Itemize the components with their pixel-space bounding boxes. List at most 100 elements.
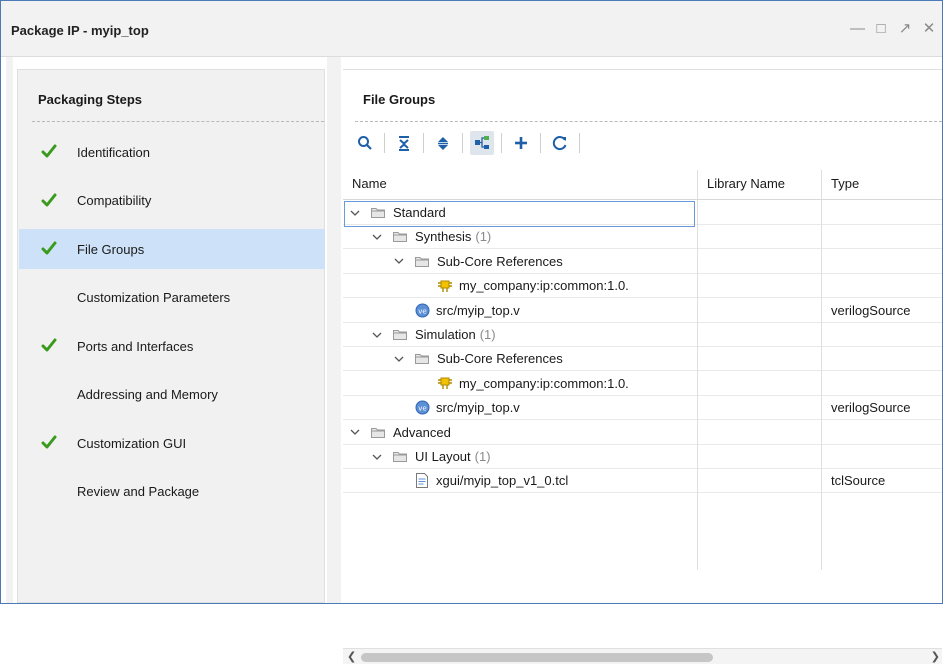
svg-text:ve: ve xyxy=(418,405,426,413)
folder-icon xyxy=(371,427,385,438)
step-label: File Groups xyxy=(77,241,145,257)
column-header-type[interactable]: Type xyxy=(831,176,859,191)
step-item[interactable]: Compatibility xyxy=(19,181,325,221)
verilog-file-icon: ve xyxy=(415,303,430,318)
table-row[interactable]: Advanced xyxy=(343,421,942,445)
column-header-name[interactable]: Name xyxy=(352,176,387,191)
toolbar-separator xyxy=(579,133,580,153)
expand-all-icon[interactable] xyxy=(431,131,455,155)
name-cell: Sub-Core References xyxy=(393,351,563,366)
horizontal-scrollbar[interactable]: ❮ ❯ xyxy=(343,648,942,664)
toolbar-separator xyxy=(540,133,541,153)
search-icon[interactable] xyxy=(353,131,377,155)
left-frame xyxy=(6,57,13,603)
table-row[interactable]: Simulation (1) xyxy=(343,323,942,347)
verilog-file-icon: ve xyxy=(415,400,430,415)
hierarchy-icon[interactable] xyxy=(470,131,494,155)
focus-outline xyxy=(344,201,695,227)
file-groups-title: File Groups xyxy=(363,92,436,107)
type-cell: verilogSource xyxy=(831,400,911,416)
step-item[interactable]: Customization Parameters xyxy=(19,278,325,318)
chevron-down-icon[interactable] xyxy=(371,329,383,341)
table-row[interactable]: xgui/myip_top_v1_0.tcl tclSource xyxy=(343,469,942,494)
svg-text:ve: ve xyxy=(418,307,426,315)
name-cell: ve src/myip_top.v xyxy=(415,400,520,415)
maximize-icon[interactable]: □ xyxy=(874,21,888,37)
table-row[interactable]: Sub-Core References xyxy=(343,347,942,372)
scroll-right-icon[interactable]: ❯ xyxy=(931,649,940,665)
table-row[interactable]: my_company:ip:common:1.0. xyxy=(343,372,942,396)
row-name: src/myip_top.v xyxy=(436,400,520,416)
refresh-icon[interactable] xyxy=(548,131,572,155)
step-item[interactable]: Customization GUI xyxy=(19,423,325,463)
step-item[interactable]: File Groups xyxy=(19,229,325,269)
add-icon[interactable] xyxy=(509,131,533,155)
step-item[interactable]: Addressing and Memory xyxy=(19,375,325,415)
name-cell: my_company:ip:common:1.0. xyxy=(437,376,629,391)
ip-core-icon xyxy=(438,377,452,390)
file-groups-toolbar xyxy=(353,128,587,158)
chevron-down-icon[interactable] xyxy=(349,426,361,438)
row-name: Sub-Core References xyxy=(437,253,563,269)
file-count: (1) xyxy=(479,327,496,342)
chevron-down-icon[interactable] xyxy=(393,255,405,267)
table-row[interactable]: ve src/myip_top.v verilogSource xyxy=(343,299,942,323)
type-cell: verilogSource xyxy=(831,302,911,318)
splitter[interactable] xyxy=(327,57,341,603)
window-controls: — □ ↗ ✕ xyxy=(850,21,936,37)
title-bar[interactable]: Package IP - myip_top — □ ↗ ✕ xyxy=(1,1,942,57)
window-title: Package IP - myip_top xyxy=(11,23,149,38)
folder-icon xyxy=(393,452,407,462)
close-icon[interactable]: ✕ xyxy=(922,21,936,37)
checkmark-icon xyxy=(41,338,57,352)
name-cell: Synthesis (1) xyxy=(371,229,491,244)
tcl-file-icon xyxy=(416,473,428,489)
step-label: Customization Parameters xyxy=(77,290,231,305)
chevron-down-icon[interactable] xyxy=(371,451,383,463)
scrollbar-thumb[interactable] xyxy=(361,653,713,662)
name-cell: ve src/myip_top.v xyxy=(415,303,520,318)
step-label: Ports and Interfaces xyxy=(77,338,194,354)
row-name: Simulation xyxy=(415,327,476,342)
column-header-library-name[interactable]: Library Name xyxy=(707,176,785,191)
toolbar-separator xyxy=(501,133,502,153)
toolbar-separator xyxy=(384,133,385,153)
restore-icon[interactable]: ↗ xyxy=(898,21,912,37)
chevron-down-icon[interactable] xyxy=(371,231,383,243)
folder-icon xyxy=(415,256,429,267)
packaging-steps-panel: Packaging Steps Identification Compatibil… xyxy=(17,69,325,603)
package-ip-window: Package IP - myip_top — □ ↗ ✕ Packaging … xyxy=(0,0,943,664)
checkmark-icon xyxy=(41,435,57,449)
ip-core-icon xyxy=(438,280,452,292)
minimize-icon[interactable]: — xyxy=(850,21,865,37)
table-row[interactable]: Synthesis (1) xyxy=(343,225,942,250)
collapse-all-icon[interactable] xyxy=(392,131,416,155)
step-item[interactable]: Review and Package xyxy=(19,472,325,512)
folder-icon xyxy=(393,232,407,243)
table-row[interactable]: ve src/myip_top.v verilogSource xyxy=(343,396,942,421)
toolbar-separator xyxy=(423,133,424,153)
table-row[interactable]: Sub-Core References xyxy=(343,250,942,274)
row-name: Synthesis xyxy=(415,229,472,245)
divider xyxy=(355,121,942,122)
name-cell: my_company:ip:common:1.0. xyxy=(437,278,629,293)
name-cell: Advanced xyxy=(349,425,451,440)
file-groups-panel: File Groups Name Library Name Type Stand… xyxy=(343,69,942,664)
scroll-left-icon[interactable]: ❮ xyxy=(347,649,356,665)
name-cell: Simulation (1) xyxy=(371,327,496,342)
step-item[interactable]: Identification xyxy=(19,132,325,172)
file-count: (1) xyxy=(475,229,492,245)
table-row[interactable]: UI Layout (1) xyxy=(343,445,942,469)
table-row[interactable]: Standard xyxy=(343,201,942,227)
step-label: Customization GUI xyxy=(77,435,187,451)
step-item[interactable]: Ports and Interfaces xyxy=(19,326,325,366)
table-row[interactable]: my_company:ip:common:1.0. xyxy=(343,274,942,299)
row-name: UI Layout xyxy=(415,449,471,464)
chevron-down-icon[interactable] xyxy=(393,353,405,365)
checkmark-icon xyxy=(41,241,57,255)
toolbar-separator xyxy=(462,133,463,153)
row-name: xgui/myip_top_v1_0.tcl xyxy=(436,473,569,489)
type-cell: tclSource xyxy=(831,473,886,489)
row-name: src/myip_top.v xyxy=(436,302,520,318)
column-divider xyxy=(697,170,698,570)
